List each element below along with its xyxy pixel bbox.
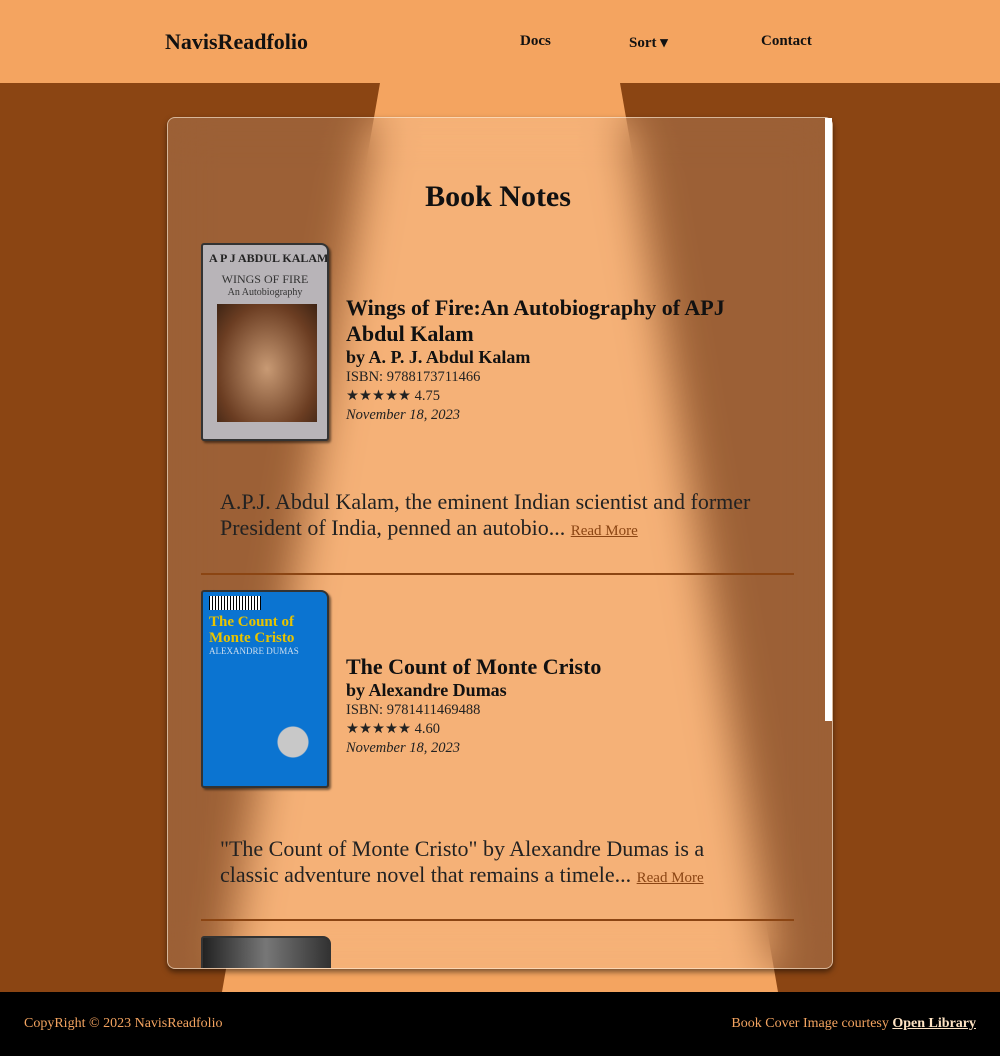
book-excerpt: A.P.J. Abdul Kalam, the eminent Indian s… [220, 489, 760, 544]
nav-sort-dropdown[interactable]: Sort ▾ [629, 33, 668, 52]
book-title[interactable]: The Count of Monte Cristo [346, 654, 746, 680]
cover-portrait [217, 304, 317, 422]
cover-text: ALEXANDRE DUMAS [209, 646, 299, 656]
cover-credit: Book Cover Image courtesy Open Library [731, 1016, 976, 1032]
book-info: Wings of Fire:An Autobiography of APJ Ab… [346, 295, 746, 425]
book-isbn: ISBN: 9788173711466 [346, 369, 481, 385]
book-cover-image[interactable] [201, 936, 331, 968]
copyright-text: CopyRight © 2023 NavisReadfolio [24, 1016, 223, 1031]
nav-contact[interactable]: Contact [761, 33, 812, 50]
top-navbar: NavisReadfolio Docs Sort ▾ Contact [0, 0, 1000, 83]
divider [201, 573, 794, 575]
book-title[interactable]: Wings of Fire:An Autobiography of APJ Ab… [346, 295, 746, 347]
read-more-link[interactable]: Read More [637, 870, 704, 886]
cover-text: The Count of Monte Cristo [209, 614, 295, 646]
book-rating: ★★★★★ 4.60 [346, 721, 440, 737]
excerpt-text: A.P.J. Abdul Kalam, the eminent Indian s… [220, 489, 751, 540]
footer: CopyRight © 2023 NavisReadfolio Book Cov… [0, 992, 1000, 1056]
site-logo[interactable]: NavisReadfolio [165, 29, 308, 55]
book-notes-panel: Book Notes A P J ABDUL KALAM WINGS OF FI… [167, 117, 833, 969]
book-cover-image[interactable]: A P J ABDUL KALAM WINGS OF FIRE An Autob… [201, 243, 329, 441]
book-isbn: ISBN: 9781411469488 [346, 702, 481, 718]
cover-text: WINGS OF FIRE [221, 272, 309, 286]
cover-text: A P J ABDUL KALAM [209, 251, 329, 265]
divider [201, 919, 794, 921]
book-date: November 18, 2023 [346, 740, 460, 756]
barcode [209, 596, 261, 610]
excerpt-text: "The Count of Monte Cristo" by Alexandre… [220, 836, 705, 887]
read-more-link[interactable]: Read More [571, 523, 638, 539]
nav-docs[interactable]: Docs [520, 33, 551, 50]
open-library-link[interactable]: Open Library [892, 1016, 976, 1031]
book-author: by A. P. J. Abdul Kalam [346, 347, 531, 367]
book-date: November 18, 2023 [346, 407, 460, 423]
book-rating: ★★★★★ 4.75 [346, 388, 440, 404]
book-excerpt: "The Count of Monte Cristo" by Alexandre… [220, 836, 760, 891]
book-info: The Count of Monte Cristo by Alexandre D… [346, 654, 746, 758]
cover-text: An Autobiography [227, 287, 303, 298]
book-cover-image[interactable]: The Count of Monte Cristo ALEXANDRE DUMA… [201, 590, 329, 788]
book-author: by Alexandre Dumas [346, 680, 507, 700]
page-title: Book Notes [425, 180, 571, 213]
cover-flower [263, 702, 323, 782]
credit-text: Book Cover Image courtesy [731, 1016, 889, 1031]
